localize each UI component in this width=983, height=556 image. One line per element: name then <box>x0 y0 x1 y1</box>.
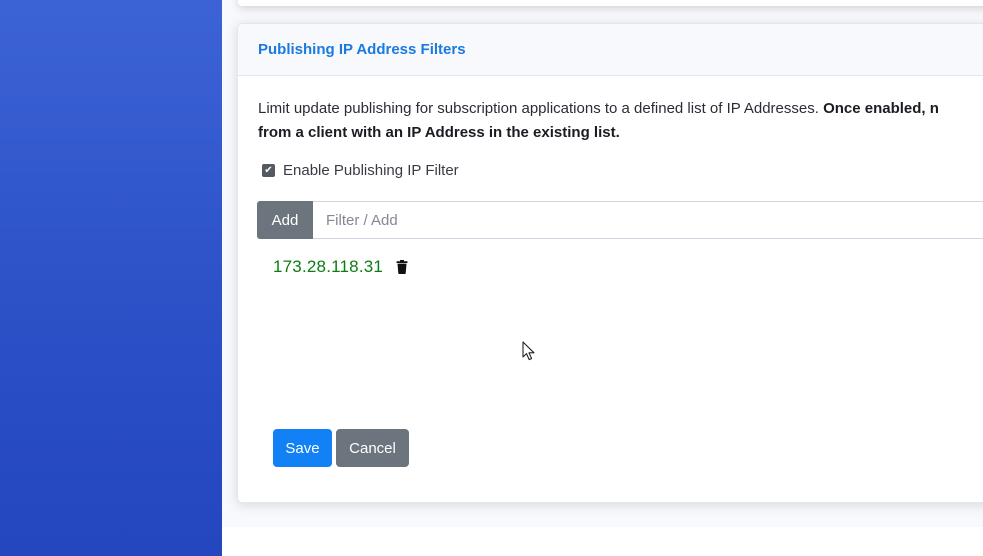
enable-filter-row[interactable]: ✔ Enable Publishing IP Filter <box>262 162 459 179</box>
filter-input[interactable] <box>313 201 983 239</box>
card-header: Publishing IP Address Filters <box>238 24 983 76</box>
trash-icon[interactable] <box>396 260 408 274</box>
card-body: Limit update publishing for subscription… <box>238 76 983 502</box>
ip-address: 173.28.118.31 <box>273 257 384 276</box>
check-icon: ✔ <box>264 164 273 176</box>
previous-card <box>238 0 983 6</box>
add-button[interactable]: Add <box>257 201 313 239</box>
description-warning-line2: from a client with an IP Address in the … <box>258 124 620 141</box>
card-title: Publishing IP Address Filters <box>258 41 466 58</box>
enable-filter-checkbox[interactable]: ✔ <box>262 164 275 177</box>
enable-filter-label: Enable Publishing IP Filter <box>283 162 459 179</box>
description-warning: Once enabled, n <box>823 100 939 117</box>
save-button[interactable]: Save <box>273 429 332 467</box>
ip-list-item: 173.28.118.31 <box>273 257 408 277</box>
sidebar <box>0 0 222 556</box>
description-text: Limit update publishing for subscription… <box>258 100 824 117</box>
filter-input-group: Add <box>257 201 983 239</box>
card-description: Limit update publishing for subscription… <box>258 97 983 145</box>
cancel-button[interactable]: Cancel <box>336 429 409 467</box>
ip-filter-card: Publishing IP Address Filters Limit upda… <box>237 23 983 503</box>
mouse-pointer-icon <box>522 341 535 361</box>
